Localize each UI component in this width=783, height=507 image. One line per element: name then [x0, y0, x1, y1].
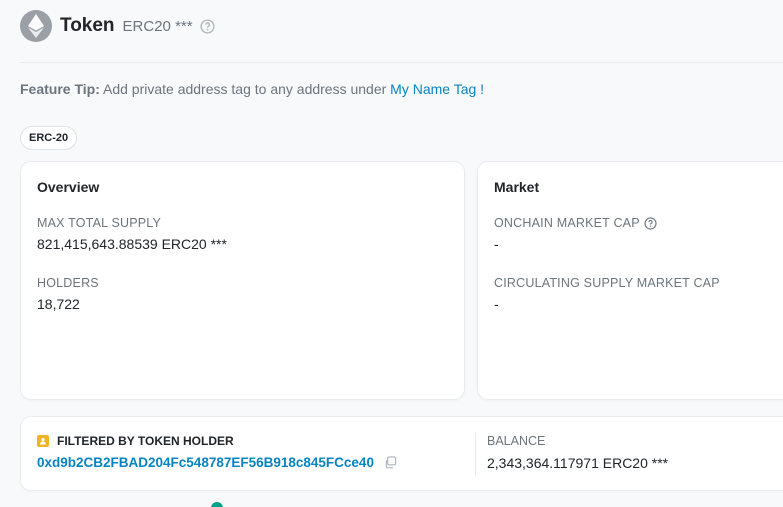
token-header: Token ERC20 ***: [20, 10, 215, 42]
max-supply-value: 821,415,643.88539 ERC20 ***: [37, 236, 227, 252]
help-circle-icon[interactable]: [644, 216, 657, 230]
holder-filter-card: FILTERED BY TOKEN HOLDER 0xd9b2CB2FBAD20…: [20, 416, 783, 491]
feature-tip-text: Add private address tag to any address u…: [99, 81, 391, 97]
feature-tip: Feature Tip: Add private address tag to …: [20, 81, 484, 97]
holder-address-link[interactable]: 0xd9b2CB2FBAD204Fc548787EF56B918c845FCce…: [37, 455, 374, 470]
my-name-tag-link[interactable]: My Name Tag !: [390, 81, 484, 97]
copy-icon[interactable]: [384, 456, 397, 469]
circ-cap-label: CIRCULATING SUPPLY MARKET CAP: [494, 276, 720, 290]
holders-label: HOLDERS: [37, 276, 99, 290]
feature-tip-label: Feature Tip:: [20, 81, 100, 97]
balance-label: BALANCE: [487, 434, 546, 448]
page-title: Token: [60, 15, 115, 36]
circ-cap-value: -: [494, 296, 499, 312]
user-tag-icon: [37, 435, 49, 447]
help-circle-icon[interactable]: [200, 18, 215, 34]
max-supply-label: MAX TOTAL SUPPLY: [37, 216, 162, 230]
token-page: Token ERC20 *** Feature Tip: Add private…: [0, 0, 783, 507]
filter-label: FILTERED BY TOKEN HOLDER: [57, 434, 234, 448]
address-row: 0xd9b2CB2FBAD204Fc548787EF56B918c845FCce…: [37, 455, 397, 470]
token-subtitle: ERC20 ***: [122, 17, 193, 35]
filter-divider: [475, 433, 476, 475]
status-dot: [211, 502, 223, 507]
market-card: Market ONCHAIN MARKET CAP - CIRCULATING …: [477, 161, 783, 400]
balance-value: 2,343,364.117971 ERC20 ***: [487, 455, 669, 471]
market-title: Market: [494, 179, 540, 195]
header-divider: [20, 62, 783, 63]
holders-value: 18,722: [37, 296, 80, 312]
onchain-cap-label-row: ONCHAIN MARKET CAP: [494, 216, 657, 230]
overview-card: Overview MAX TOTAL SUPPLY 821,415,643.88…: [20, 161, 465, 400]
ethereum-logo-icon: [20, 10, 52, 42]
filter-label-row: FILTERED BY TOKEN HOLDER: [37, 434, 234, 448]
onchain-cap-value: -: [494, 236, 499, 252]
overview-title: Overview: [37, 179, 100, 195]
onchain-cap-label: ONCHAIN MARKET CAP: [494, 216, 640, 230]
erc20-badge: ERC-20: [20, 126, 78, 150]
